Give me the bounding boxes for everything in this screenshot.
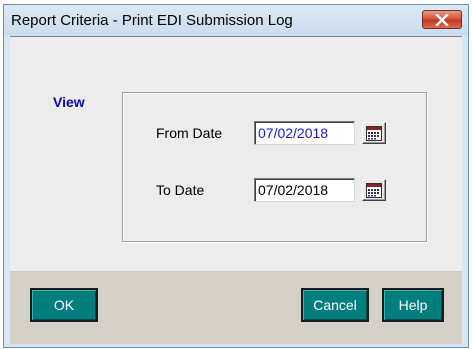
close-icon [435,13,449,26]
window-title: Report Criteria - Print EDI Submission L… [11,12,293,29]
title-bar[interactable]: Report Criteria - Print EDI Submission L… [4,5,468,36]
help-button[interactable]: Help [382,288,444,322]
to-date-calendar-button[interactable] [362,179,386,201]
calendar-icon [366,182,382,198]
view-groupbox: From Date To Date [122,92,427,242]
report-criteria-dialog: Report Criteria - Print EDI Submission L… [3,4,469,348]
calendar-icon [366,125,382,141]
criteria-panel: View From Date To Date [10,37,462,272]
cancel-button[interactable]: Cancel [301,288,369,322]
dialog-body: View From Date To Date [10,36,462,344]
from-date-field[interactable] [254,121,355,145]
from-date-label: From Date [156,125,223,141]
close-button[interactable] [422,10,462,29]
to-date-label: To Date [156,182,205,198]
ok-button[interactable]: OK [30,288,98,322]
from-date-calendar-button[interactable] [362,122,386,144]
view-section-label: View [53,94,85,110]
to-date-field[interactable] [254,178,355,202]
